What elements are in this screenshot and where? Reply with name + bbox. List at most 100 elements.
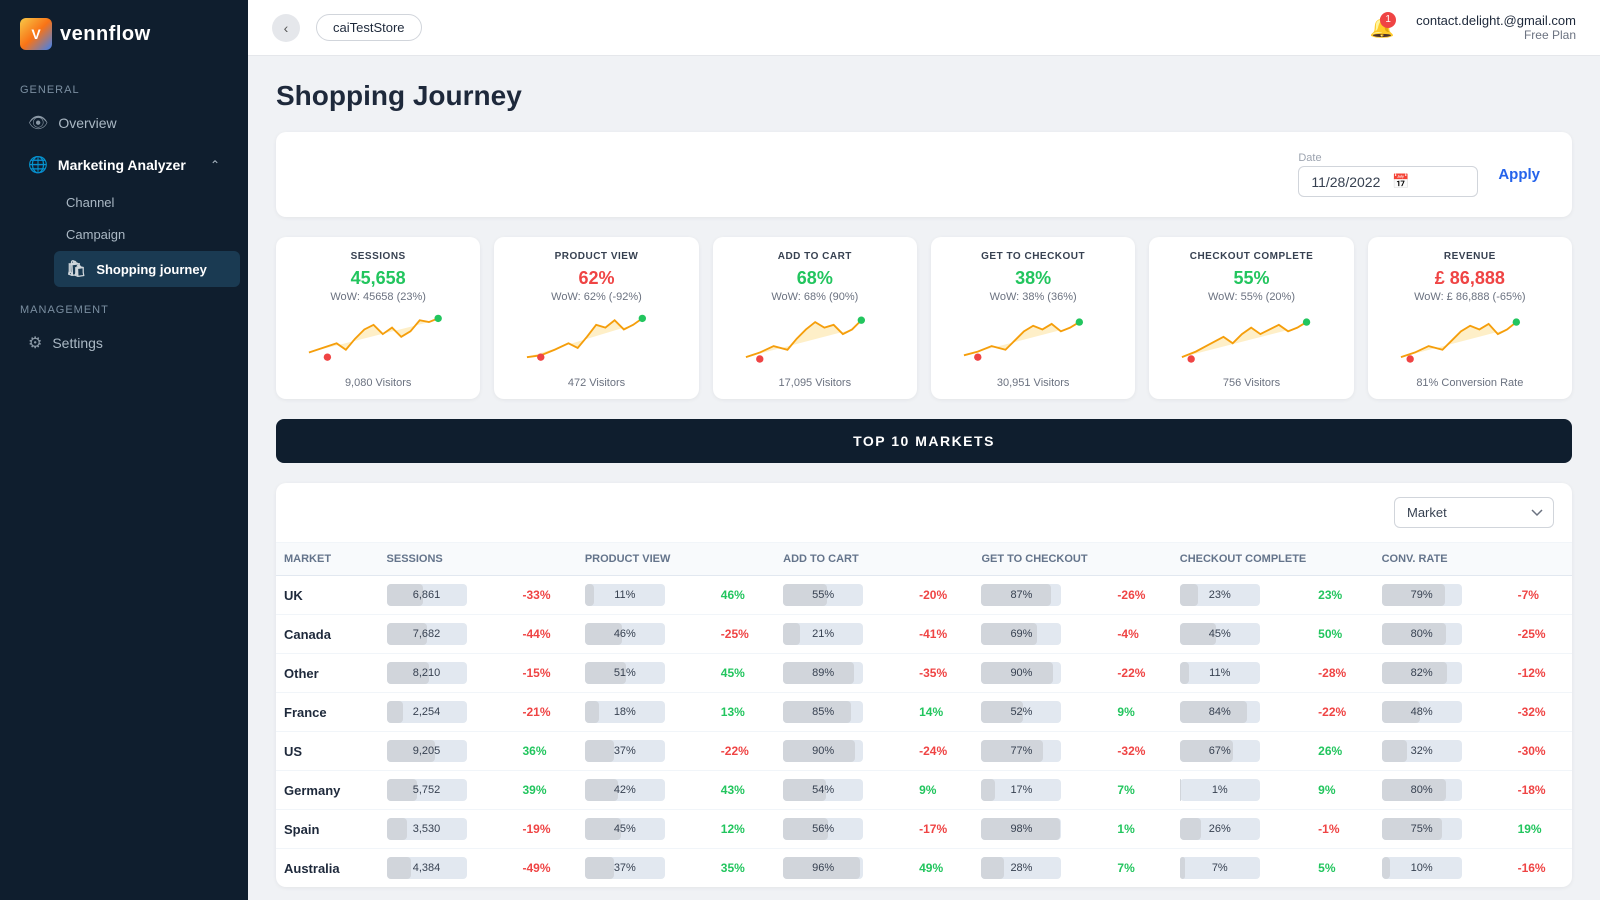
user-plan: Free Plan [1416, 28, 1576, 42]
pct-cell: -16% [1510, 849, 1572, 888]
market-select[interactable]: MarketUKCanadaOtherFranceUSGermanySpainA… [1394, 497, 1554, 528]
bar-cell: 75% [1374, 810, 1510, 849]
bar-cell: 82% [1374, 654, 1510, 693]
col-get-to-checkout: GET TO CHECKOUT [973, 543, 1171, 576]
pct-cell: -22% [1109, 654, 1171, 693]
table-row: US9,20536%37%-22%90%-24%77%-32%67%26%32%… [276, 732, 1572, 771]
pct-cell: -7% [1510, 576, 1572, 615]
table-section: MarketUKCanadaOtherFranceUSGermanySpainA… [276, 483, 1572, 887]
pct-cell: -21% [514, 693, 576, 732]
main: ‹ caiTestStore 🔔 1 contact.delight.@gmai… [248, 0, 1600, 900]
metric-title: GET TO CHECKOUT [943, 251, 1123, 262]
date-field-wrapper: Date 11/28/2022 📅 [1298, 152, 1478, 197]
data-table: MARKET SESSIONS PRODUCT VIEW ADD TO CART… [276, 543, 1572, 887]
bar-cell: 5,752 [379, 771, 515, 810]
pct-cell: -4% [1109, 615, 1171, 654]
date-filter-card: Date 11/28/2022 📅 Apply [276, 132, 1572, 217]
metric-card-product-view: PRODUCT VIEW62%WoW: 62% (-92%)472 Visito… [494, 237, 698, 399]
bar-cell: 69% [973, 615, 1109, 654]
bar-cell: 98% [973, 810, 1109, 849]
bar-cell: 8,210 [379, 654, 515, 693]
pct-cell: -25% [1510, 615, 1572, 654]
page-title: Shopping Journey [276, 80, 1572, 112]
pct-cell: 50% [1310, 615, 1373, 654]
market-name-cell: UK [276, 576, 379, 615]
bar-cell: 87% [973, 576, 1109, 615]
metric-footer: 81% Conversion Rate [1380, 377, 1560, 389]
notification-button[interactable]: 🔔 1 [1364, 10, 1400, 46]
pct-cell: -26% [1109, 576, 1171, 615]
pct-cell: -32% [1510, 693, 1572, 732]
metric-card-checkout-complete: CHECKOUT COMPLETE55%WoW: 55% (20%)756 Vi… [1149, 237, 1353, 399]
metric-title: CHECKOUT COMPLETE [1161, 251, 1341, 262]
collapse-sidebar-button[interactable]: ‹ [272, 14, 300, 42]
bar-cell: 32% [1374, 732, 1510, 771]
sidebar-item-marketing-analyzer[interactable]: 🌐 Marketing Analyzer [8, 145, 240, 185]
metric-wow: WoW: 68% (90%) [725, 291, 905, 303]
metric-cards: SESSIONS45,658WoW: 45658 (23%)9,080 Visi… [276, 237, 1572, 399]
pct-cell: 39% [514, 771, 576, 810]
bar-cell: 85% [775, 693, 911, 732]
pct-cell: -35% [911, 654, 973, 693]
bar-cell: 90% [775, 732, 911, 771]
pct-cell: -44% [514, 615, 576, 654]
market-name-cell: Canada [276, 615, 379, 654]
bar-cell: 48% [1374, 693, 1510, 732]
bar-cell: 80% [1374, 615, 1510, 654]
bar-cell: 17% [973, 771, 1109, 810]
market-name-cell: France [276, 693, 379, 732]
header: ‹ caiTestStore 🔔 1 contact.delight.@gmai… [248, 0, 1600, 56]
pct-cell: -30% [1510, 732, 1572, 771]
bar-cell: 96% [775, 849, 911, 888]
bar-cell: 28% [973, 849, 1109, 888]
sidebar-item-channel[interactable]: Channel [54, 187, 240, 218]
pct-cell: -22% [713, 732, 775, 771]
bar-cell: 45% [1172, 615, 1310, 654]
user-email: contact.delight.@gmail.com [1416, 13, 1576, 28]
metric-wow: WoW: 62% (-92%) [506, 291, 686, 303]
date-label: Date [1298, 152, 1478, 164]
metric-title: ADD TO CART [725, 251, 905, 262]
store-badge[interactable]: caiTestStore [316, 14, 422, 41]
market-name-cell: Germany [276, 771, 379, 810]
bar-cell: 7,682 [379, 615, 515, 654]
metric-chart [288, 311, 468, 371]
metric-chart [1161, 311, 1341, 371]
sidebar-item-shopping-journey[interactable]: 🛍 Shopping journey [54, 251, 240, 287]
table-row: Germany5,75239%42%43%54%9%17%7%1%9%80%-1… [276, 771, 1572, 810]
bar-cell: 9,205 [379, 732, 515, 771]
sidebar-item-overview[interactable]: 👁 Overview [8, 103, 240, 143]
metric-chart [725, 311, 905, 371]
apply-button[interactable]: Apply [1490, 160, 1548, 189]
pct-cell: -28% [1310, 654, 1373, 693]
metric-title: REVENUE [1380, 251, 1560, 262]
pct-cell: 7% [1109, 849, 1171, 888]
pct-cell: -15% [514, 654, 576, 693]
pct-cell: -49% [514, 849, 576, 888]
col-sessions: SESSIONS [379, 543, 577, 576]
bar-cell: 26% [1172, 810, 1310, 849]
metric-card-add-to-cart: ADD TO CART68%WoW: 68% (90%)17,095 Visit… [713, 237, 917, 399]
metric-card-revenue: REVENUE£ 86,888WoW: £ 86,888 (-65%)81% C… [1368, 237, 1572, 399]
bar-cell: 10% [1374, 849, 1510, 888]
sidebar-item-campaign[interactable]: Campaign [54, 219, 240, 250]
date-input-wrapper[interactable]: 11/28/2022 📅 [1298, 166, 1478, 197]
management-section-label: MANAGEMENT [0, 288, 248, 322]
logo[interactable]: V vennflow [0, 0, 248, 68]
bar-cell: 23% [1172, 576, 1310, 615]
col-checkout-complete: CHECKOUT COMPLETE [1172, 543, 1374, 576]
table-row: Australia4,384-49%37%35%96%49%28%7%7%5%1… [276, 849, 1572, 888]
table-row: Canada7,682-44%46%-25%21%-41%69%-4%45%50… [276, 615, 1572, 654]
pct-cell: 12% [713, 810, 775, 849]
table-row: Other8,210-15%51%45%89%-35%90%-22%11%-28… [276, 654, 1572, 693]
calendar-icon[interactable]: 📅 [1392, 173, 1465, 190]
metric-wow: WoW: £ 86,888 (-65%) [1380, 291, 1560, 303]
markets-banner: TOP 10 MARKETS [276, 419, 1572, 463]
sidebar: V vennflow GENERAL 👁 Overview 🌐 Marketin… [0, 0, 248, 900]
metric-wow: WoW: 55% (20%) [1161, 291, 1341, 303]
sidebar-item-settings[interactable]: ⚙ Settings [8, 323, 240, 363]
bar-cell: 11% [1172, 654, 1310, 693]
pct-cell: -1% [1310, 810, 1373, 849]
sidebar-item-label: Campaign [66, 227, 125, 242]
general-section-label: GENERAL [0, 68, 248, 102]
